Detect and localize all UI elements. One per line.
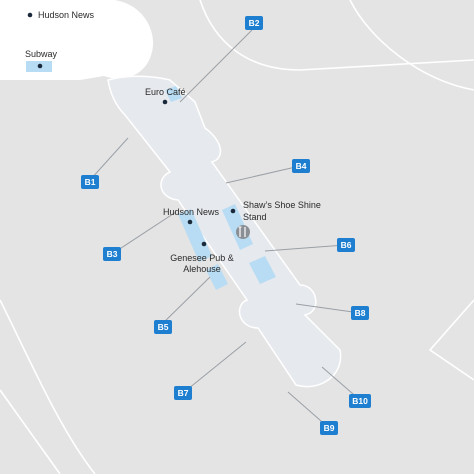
genesee-marker (201, 241, 207, 247)
gate-b8[interactable]: B8 (351, 306, 369, 320)
concourse (107, 75, 342, 388)
gate-b7[interactable]: B7 (174, 386, 192, 400)
shaws-marker (230, 208, 236, 214)
hudson-news-top-marker (27, 12, 33, 18)
hudson-news-concourse-label: Hudson News (163, 207, 220, 217)
shaws-label-line2: Stand (243, 212, 267, 222)
gate-b9[interactable]: B9 (320, 421, 338, 435)
gate-b4[interactable]: B4 (292, 159, 310, 173)
subway-marker (37, 63, 43, 69)
gate-b5[interactable]: B5 (154, 320, 172, 334)
gate-b2[interactable]: B2 (245, 16, 263, 30)
euro-cafe-label: Euro Café (145, 87, 186, 97)
gate-b1[interactable]: B1 (81, 175, 99, 189)
gate-b10[interactable]: B10 (349, 394, 371, 408)
subway-label: Subway (25, 49, 58, 59)
hudson-news-top-label: Hudson News (38, 10, 95, 20)
hudson-news-concourse-marker (187, 219, 193, 225)
gate-b3[interactable]: B3 (103, 247, 121, 261)
genesee-label-line2: Alehouse (183, 264, 221, 274)
euro-cafe-marker (162, 99, 168, 105)
fork-knife-icon[interactable] (236, 225, 250, 239)
shaws-label-line1: Shaw’s Shoe Shine (243, 200, 321, 210)
airport-map[interactable] (0, 0, 474, 474)
gate-b6[interactable]: B6 (337, 238, 355, 252)
genesee-label-line1: Genesee Pub & (170, 253, 234, 263)
